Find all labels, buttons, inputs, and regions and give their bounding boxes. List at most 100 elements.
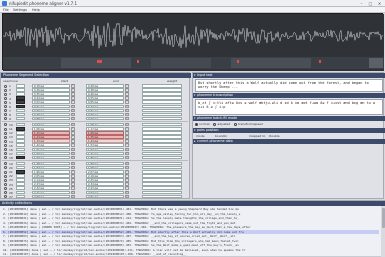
end-stepper-icon[interactable]: ↕ (125, 194, 129, 199)
start-field[interactable]: 1.96.kw (32, 170, 70, 174)
pair-mapped-value[interactable]: Double (269, 134, 280, 138)
row-radio-icon[interactable] (4, 131, 7, 135)
weight-field[interactable] (142, 151, 182, 156)
end-stepper-icon[interactable]: ↕ (125, 88, 129, 92)
end-field[interactable]: 1.98.kw (86, 165, 124, 170)
use-field[interactable] (16, 112, 25, 117)
row-radio-icon[interactable] (4, 96, 7, 100)
start-field[interactable]: 0.52.kw (32, 100, 70, 104)
close-button[interactable]: ✕ (375, 0, 384, 7)
weight-field[interactable] (142, 170, 182, 174)
end-field[interactable]: 1.71.kw (86, 151, 124, 156)
log-scroll-thumb[interactable] (381, 208, 385, 228)
fill-option-adjusted[interactable]: adjusted (213, 122, 230, 126)
weight-field[interactable] (142, 127, 182, 131)
row-radio-icon[interactable] (4, 162, 7, 166)
use-field[interactable] (16, 127, 25, 131)
use-field[interactable] (16, 139, 25, 143)
start-field[interactable]: 0.35.kw (32, 92, 70, 96)
row-radio-icon[interactable] (4, 123, 7, 127)
start-stepper-icon[interactable]: ↕ (71, 96, 75, 100)
weight-field[interactable] (142, 147, 182, 152)
start-field[interactable]: 0.26.kw (32, 88, 70, 92)
row-radio-icon[interactable] (4, 170, 7, 174)
row-radio-icon[interactable] (4, 109, 7, 113)
end-field[interactable]: 0.28.kw (86, 84, 124, 88)
use-field[interactable] (16, 190, 25, 195)
end-field[interactable]: 0.55.kw (86, 96, 124, 100)
segment-row[interactable]: 18 1.69.kw ↕ 1.80.kw ↕ (2, 155, 188, 160)
start-stepper-icon[interactable]: ↕ (71, 143, 75, 147)
start-stepper-icon[interactable]: ↕ (71, 147, 75, 152)
start-field[interactable]: 0.70.kw (32, 108, 70, 113)
end-stepper-icon[interactable]: ↕ (125, 100, 129, 104)
row-radio-icon[interactable] (4, 152, 7, 156)
input-text-area[interactable]: But shortly after this a Wolf actually d… (195, 79, 383, 92)
use-field[interactable] (16, 100, 25, 104)
end-stepper-icon[interactable]: ↕ (125, 131, 129, 135)
start-stepper-icon[interactable]: ↕ (71, 194, 75, 199)
end-stepper-icon[interactable]: ↕ (125, 155, 129, 160)
end-stepper-icon[interactable]: ↕ (125, 147, 129, 152)
menu-settings[interactable]: Settings (13, 8, 27, 12)
waveform-panel[interactable]: phoneme gap within a word? (2, 13, 384, 79)
start-stepper-icon[interactable]: ↕ (71, 139, 75, 143)
end-stepper-icon[interactable]: ↕ (125, 84, 129, 88)
end-stepper-icon[interactable]: ↕ (125, 143, 129, 147)
pairs-header[interactable]: ▾ pairs position (193, 128, 385, 133)
end-stepper-icon[interactable]: ↕ (125, 161, 129, 166)
weight-field[interactable] (142, 131, 182, 135)
use-field[interactable] (16, 194, 25, 199)
row-radio-icon[interactable] (4, 113, 7, 117)
end-stepper-icon[interactable]: ↕ (125, 104, 129, 109)
end-stepper-icon[interactable]: ↕ (125, 135, 129, 139)
end-field[interactable]: 2.34.kw (86, 182, 124, 186)
start-stepper-icon[interactable]: ↕ (71, 182, 75, 186)
end-field[interactable]: 2.43.kw (86, 186, 124, 190)
end-field[interactable]: 0.81.kw (86, 108, 124, 113)
input-text-header[interactable]: ▾ Input text (193, 73, 385, 78)
weight-field[interactable] (142, 143, 182, 147)
start-field[interactable]: 1.51.kw (32, 147, 70, 152)
row-radio-icon[interactable] (4, 178, 7, 182)
start-field[interactable]: 1.15.kw (32, 131, 70, 135)
use-field[interactable] (16, 92, 25, 96)
start-field[interactable]: 0.88.kw (32, 116, 70, 121)
end-field[interactable]: 2.25.kw (86, 178, 124, 182)
end-stepper-icon[interactable]: ↕ (125, 170, 129, 174)
start-stepper-icon[interactable]: ↕ (71, 155, 75, 160)
start-stepper-icon[interactable]: ↕ (71, 190, 75, 195)
start-field[interactable]: 1.69.kw (32, 155, 70, 160)
end-stepper-icon[interactable]: ↕ (125, 108, 129, 113)
row-radio-icon[interactable] (4, 139, 7, 143)
start-stepper-icon[interactable]: ↕ (71, 108, 75, 113)
row-radio-icon[interactable] (4, 191, 7, 194)
use-field[interactable] (16, 151, 25, 156)
start-field[interactable]: 0.44.kw (32, 96, 70, 100)
row-radio-icon[interactable] (4, 100, 7, 104)
row-radio-icon[interactable] (4, 148, 7, 151)
current-data-header[interactable]: ▸ current phoneme data (193, 139, 385, 144)
end-stepper-icon[interactable]: ↕ (125, 92, 129, 96)
pair-bound-value[interactable]: boundin (215, 134, 227, 138)
use-field[interactable] (16, 88, 25, 92)
weight-field[interactable] (142, 182, 182, 186)
start-field[interactable]: 1.24.kw (32, 135, 70, 139)
start-stepper-icon[interactable]: ↕ (71, 88, 75, 92)
end-field[interactable]: 1.35.kw (86, 135, 124, 139)
end-field[interactable]: 0.46.kw (86, 92, 124, 96)
use-field[interactable] (16, 135, 25, 139)
row-radio-icon[interactable] (4, 88, 7, 92)
start-stepper-icon[interactable]: ↕ (71, 100, 75, 104)
weight-field[interactable] (142, 84, 182, 88)
start-stepper-icon[interactable]: ↕ (71, 104, 75, 109)
weight-field[interactable] (142, 122, 182, 127)
row-radio-icon[interactable] (4, 174, 7, 178)
use-field[interactable] (16, 143, 25, 147)
end-field[interactable]: 0.38.kw (86, 88, 124, 92)
row-radio-icon[interactable] (4, 135, 7, 139)
end-stepper-icon[interactable]: ↕ (125, 178, 129, 182)
start-field[interactable]: 1.06.kw (32, 127, 70, 131)
weight-field[interactable] (142, 100, 182, 104)
weight-field[interactable] (142, 194, 182, 199)
